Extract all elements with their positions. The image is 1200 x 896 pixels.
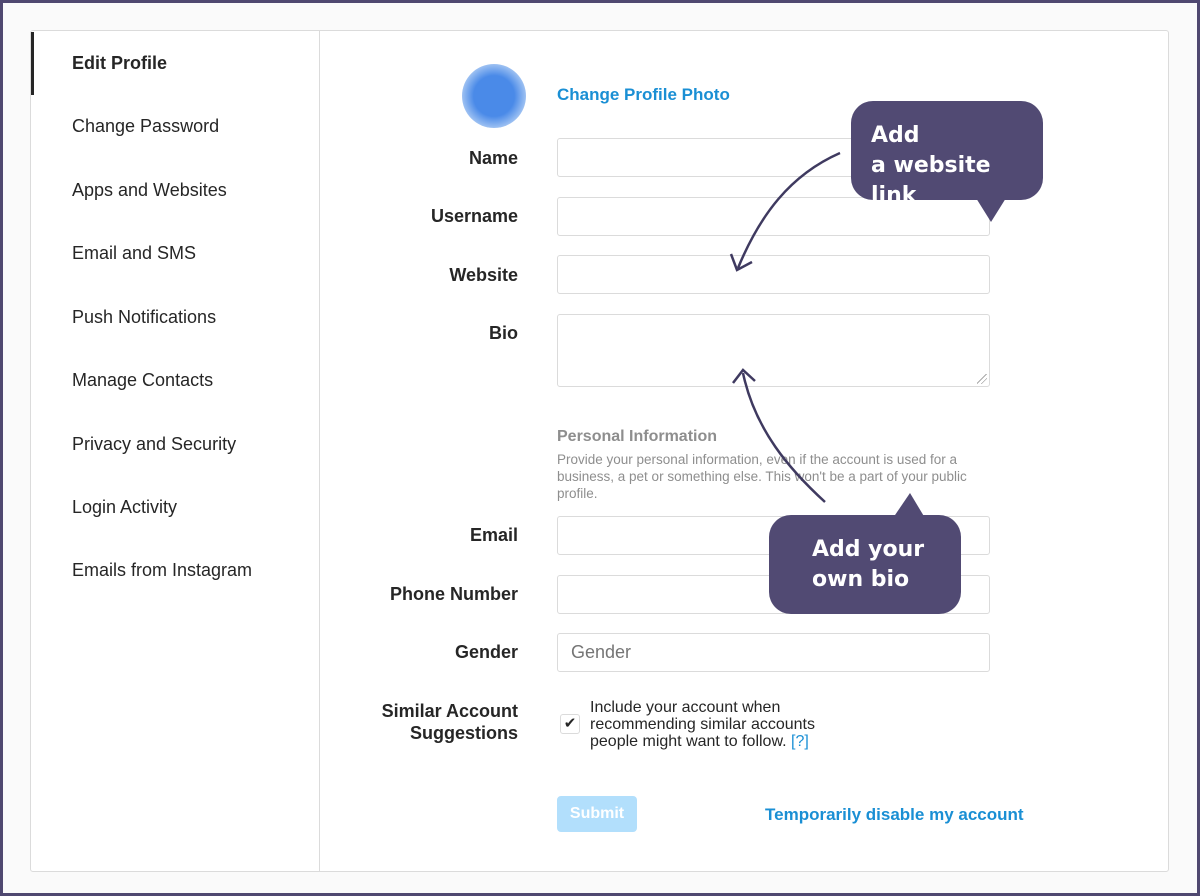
similar-label-line2: Suggestions xyxy=(409,723,518,743)
sidebar-item-email-sms[interactable]: Email and SMS xyxy=(31,222,319,285)
change-profile-photo-link[interactable]: Change Profile Photo xyxy=(557,85,730,105)
sidebar-item-push-notifications[interactable]: Push Notifications xyxy=(31,286,319,349)
similar-suggestions-text: Include your account when recommending s… xyxy=(590,699,860,750)
bio-callout-line2: own bio xyxy=(812,567,910,592)
website-callout-line2: a website link xyxy=(871,153,991,208)
bio-textarea[interactable] xyxy=(557,314,990,387)
resize-grip-icon[interactable] xyxy=(977,374,987,384)
website-callout-line1: Add xyxy=(871,123,920,148)
website-callout: Add a website link xyxy=(851,101,1043,208)
gender-label: Gender xyxy=(454,642,518,662)
checkmark-icon: ✔ xyxy=(563,715,577,732)
sidebar-item-login-activity[interactable]: Login Activity xyxy=(31,476,319,539)
sidebar-item-apps-websites[interactable]: Apps and Websites xyxy=(31,159,319,222)
disable-account-link[interactable]: Temporarily disable my account xyxy=(765,805,1024,825)
phone-label: Phone Number xyxy=(389,584,518,604)
similar-label-line1: Similar Account xyxy=(381,701,518,721)
sidebar-item-manage-contacts[interactable]: Manage Contacts xyxy=(31,349,319,412)
avatar[interactable] xyxy=(462,64,526,128)
personal-info-description: Provide your personal information, even … xyxy=(557,452,967,501)
sidebar-item-emails-instagram[interactable]: Emails from Instagram xyxy=(31,539,319,602)
email-label: Email xyxy=(469,525,518,545)
similar-suggestions-label: Similar Account Suggestions xyxy=(318,700,518,744)
website-input[interactable] xyxy=(557,255,990,294)
similar-suggestions-checkbox[interactable]: ✔ xyxy=(560,714,580,734)
sidebar-item-privacy-security[interactable]: Privacy and Security xyxy=(31,413,319,476)
similar-description: Include your account when recommending s… xyxy=(590,699,815,750)
sidebar-item-change-password[interactable]: Change Password xyxy=(31,95,319,158)
help-link[interactable]: [?] xyxy=(791,733,809,750)
bio-label: Bio xyxy=(489,323,518,343)
bio-callout: Add your own bio xyxy=(769,515,961,614)
gender-input[interactable] xyxy=(557,633,990,672)
personal-info-title: Personal Information xyxy=(557,428,718,445)
bio-callout-line1: Add your xyxy=(812,537,925,562)
username-label: Username xyxy=(430,206,518,226)
sidebar-item-edit-profile[interactable]: Edit Profile xyxy=(31,32,319,95)
submit-button[interactable]: Submit xyxy=(557,796,637,832)
settings-sidebar: Edit Profile Change Password Apps and We… xyxy=(31,31,320,871)
website-label: Website xyxy=(449,265,518,285)
name-label: Name xyxy=(468,148,518,168)
